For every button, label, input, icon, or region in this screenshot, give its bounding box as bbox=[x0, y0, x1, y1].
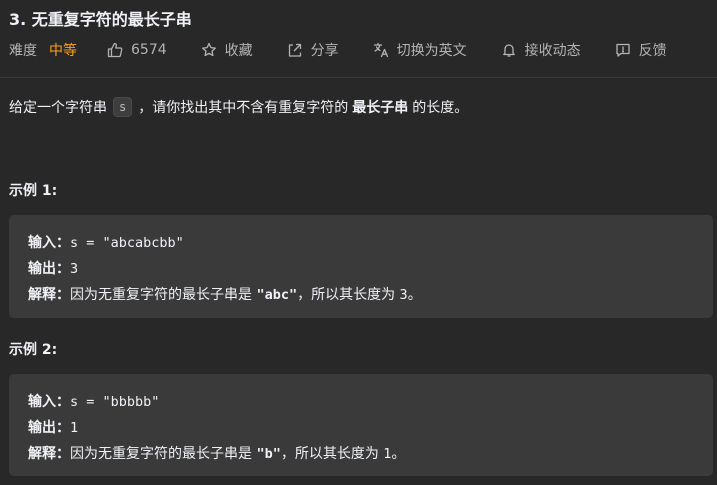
feedback-label: 反馈 bbox=[638, 43, 667, 59]
desc-bold-text: 最长子串 bbox=[352, 100, 409, 116]
notify-label: 接收动态 bbox=[524, 43, 581, 59]
example-1-input: 输入：s = "abcabcbb" bbox=[28, 230, 694, 256]
problem-meta-bar: 难度 中等 6574 收藏 分享 切换为英文 接收动态 反馈 bbox=[9, 40, 667, 60]
example-1-explanation: 解释：因为无重复字符的最长子串是 "abc"，所以其长度为 3。 bbox=[28, 282, 694, 308]
favorite-button[interactable]: 收藏 bbox=[201, 40, 253, 60]
desc-text-1: 给定一个字符串 bbox=[9, 100, 107, 116]
desc-text-2: ，请你找出其中不含有重复字符的 bbox=[138, 100, 349, 116]
explain-text-2: ，所以其长度为 bbox=[280, 446, 384, 462]
input-value: s = "abcabcbb" bbox=[70, 235, 184, 251]
output-label: 输出： bbox=[28, 420, 70, 436]
output-value: 3 bbox=[70, 261, 79, 277]
explain-code: "abc" bbox=[256, 287, 298, 303]
example-1-block: 输入：s = "abcabcbb" 输出：3 解释：因为无重复字符的最长子串是 … bbox=[9, 215, 713, 318]
like-button[interactable]: 6574 bbox=[107, 42, 167, 58]
explain-label: 解释： bbox=[28, 287, 70, 303]
explain-end: 。 bbox=[407, 287, 422, 303]
explain-text: 因为无重复字符的最长子串是 bbox=[70, 446, 257, 462]
feedback-icon bbox=[615, 43, 630, 57]
example-2-block: 输入：s = "bbbbb" 输出：1 解释：因为无重复字符的最长子串是 "b"… bbox=[9, 374, 713, 476]
share-label: 分享 bbox=[310, 43, 339, 59]
problem-title: 3. 无重复字符的最长子串 bbox=[9, 10, 192, 29]
translate-icon bbox=[373, 42, 388, 58]
star-icon bbox=[201, 42, 216, 57]
input-value: s = "bbbbb" bbox=[70, 394, 160, 410]
output-value: 1 bbox=[70, 420, 79, 436]
bell-icon bbox=[502, 44, 515, 57]
explain-label: 解释： bbox=[28, 446, 70, 462]
example-2-title: 示例 2: bbox=[9, 342, 58, 358]
thumbs-up-icon bbox=[107, 42, 123, 58]
difficulty-label: 难度 bbox=[9, 43, 37, 59]
like-count: 6574 bbox=[131, 42, 167, 58]
example-1-title: 示例 1: bbox=[9, 183, 58, 199]
explain-number: 3 bbox=[399, 287, 408, 303]
share-button[interactable]: 分享 bbox=[287, 40, 339, 60]
notify-button[interactable]: 接收动态 bbox=[501, 40, 581, 60]
output-label: 输出： bbox=[28, 261, 70, 277]
input-label: 输入： bbox=[28, 394, 70, 410]
feedback-button[interactable]: 反馈 bbox=[615, 40, 667, 60]
problem-description: 给定一个字符串 s ，请你找出其中不含有重复字符的 最长子串 的长度。 bbox=[9, 97, 468, 117]
example-2-explanation: 解释：因为无重复字符的最长子串是 "b"，所以其长度为 1。 bbox=[28, 441, 694, 467]
header-divider bbox=[0, 77, 717, 78]
explain-text: 因为无重复字符的最长子串是 bbox=[70, 287, 257, 303]
explain-code: "b" bbox=[256, 446, 281, 462]
explain-end: 。 bbox=[391, 446, 406, 462]
desc-inline-code: s bbox=[113, 97, 133, 117]
example-2-output: 输出：1 bbox=[28, 415, 694, 441]
favorite-label: 收藏 bbox=[224, 43, 253, 59]
explain-text-2: ，所以其长度为 bbox=[297, 287, 400, 303]
example-1-output: 输出：3 bbox=[28, 256, 694, 282]
share-icon bbox=[288, 43, 301, 57]
translate-button[interactable]: 切换为英文 bbox=[373, 40, 467, 60]
desc-text-3: 的长度。 bbox=[412, 100, 469, 116]
input-label: 输入： bbox=[28, 235, 70, 251]
example-2-input: 输入：s = "bbbbb" bbox=[28, 389, 694, 415]
translate-label: 切换为英文 bbox=[396, 43, 467, 59]
difficulty-value: 中等 bbox=[49, 43, 77, 59]
